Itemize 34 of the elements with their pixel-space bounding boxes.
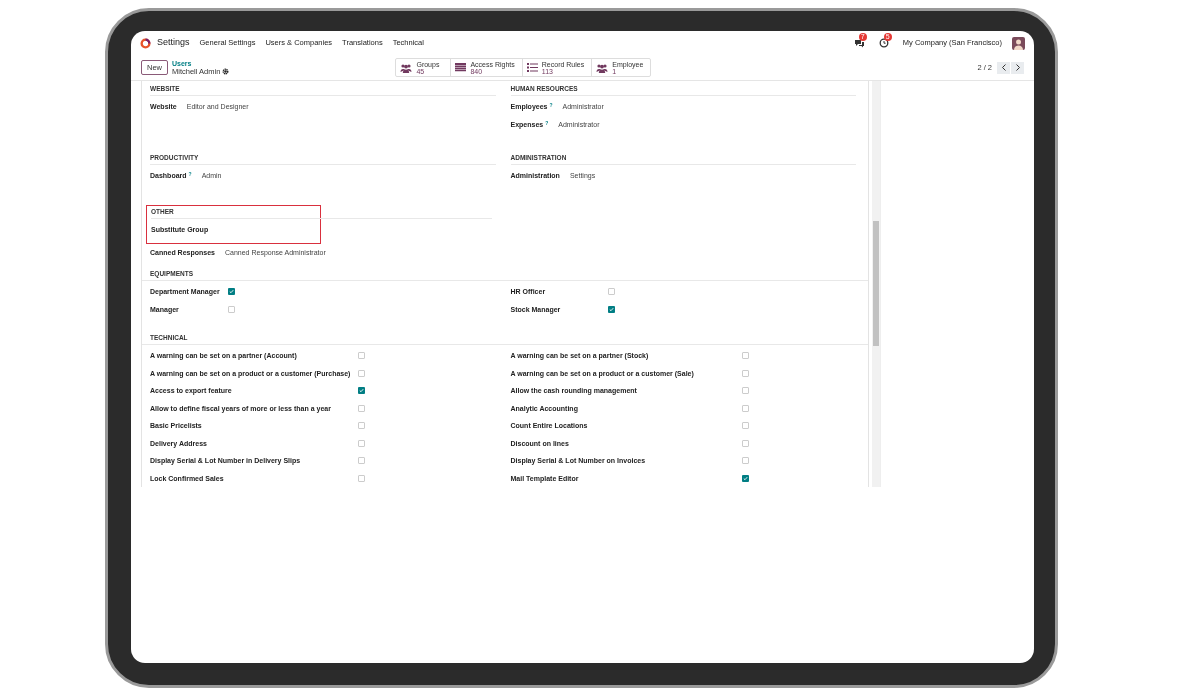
app-title[interactable]: Settings — [157, 36, 190, 50]
table-icon — [455, 63, 467, 72]
checkbox[interactable] — [741, 422, 749, 429]
checkbox[interactable] — [358, 352, 366, 359]
scrollbar[interactable] — [872, 81, 880, 487]
checkbox[interactable] — [741, 387, 749, 394]
checkbox[interactable] — [608, 288, 616, 295]
people-icon — [400, 62, 413, 73]
chevron-right-icon — [1014, 64, 1021, 71]
checkbox[interactable] — [741, 352, 749, 359]
checkbox[interactable] — [741, 404, 749, 412]
next-button[interactable] — [1011, 61, 1024, 74]
people-icon — [596, 62, 609, 73]
checkbox[interactable] — [227, 305, 235, 313]
checkbox[interactable] — [741, 369, 749, 377]
checkbox[interactable] — [358, 422, 366, 429]
checkbox[interactable] — [741, 457, 749, 464]
checkbox[interactable] — [358, 369, 366, 377]
chat-icon[interactable] — [853, 38, 865, 48]
avatar-icon[interactable] — [1012, 36, 1025, 50]
checkbox[interactable] — [358, 404, 366, 412]
app-logo-icon — [140, 37, 151, 49]
chevron-left-icon — [1000, 64, 1007, 71]
checkbox[interactable] — [741, 439, 749, 447]
checkbox[interactable] — [608, 305, 616, 313]
settings-icon[interactable] — [222, 68, 230, 75]
checkbox[interactable] — [741, 474, 749, 482]
checkbox[interactable] — [358, 439, 366, 447]
checkbox[interactable] — [227, 288, 235, 295]
clock-icon[interactable] — [878, 38, 889, 48]
checkbox[interactable] — [358, 474, 366, 482]
list-icon — [526, 63, 538, 72]
checkbox[interactable] — [358, 457, 366, 464]
previous-button[interactable] — [997, 61, 1010, 74]
